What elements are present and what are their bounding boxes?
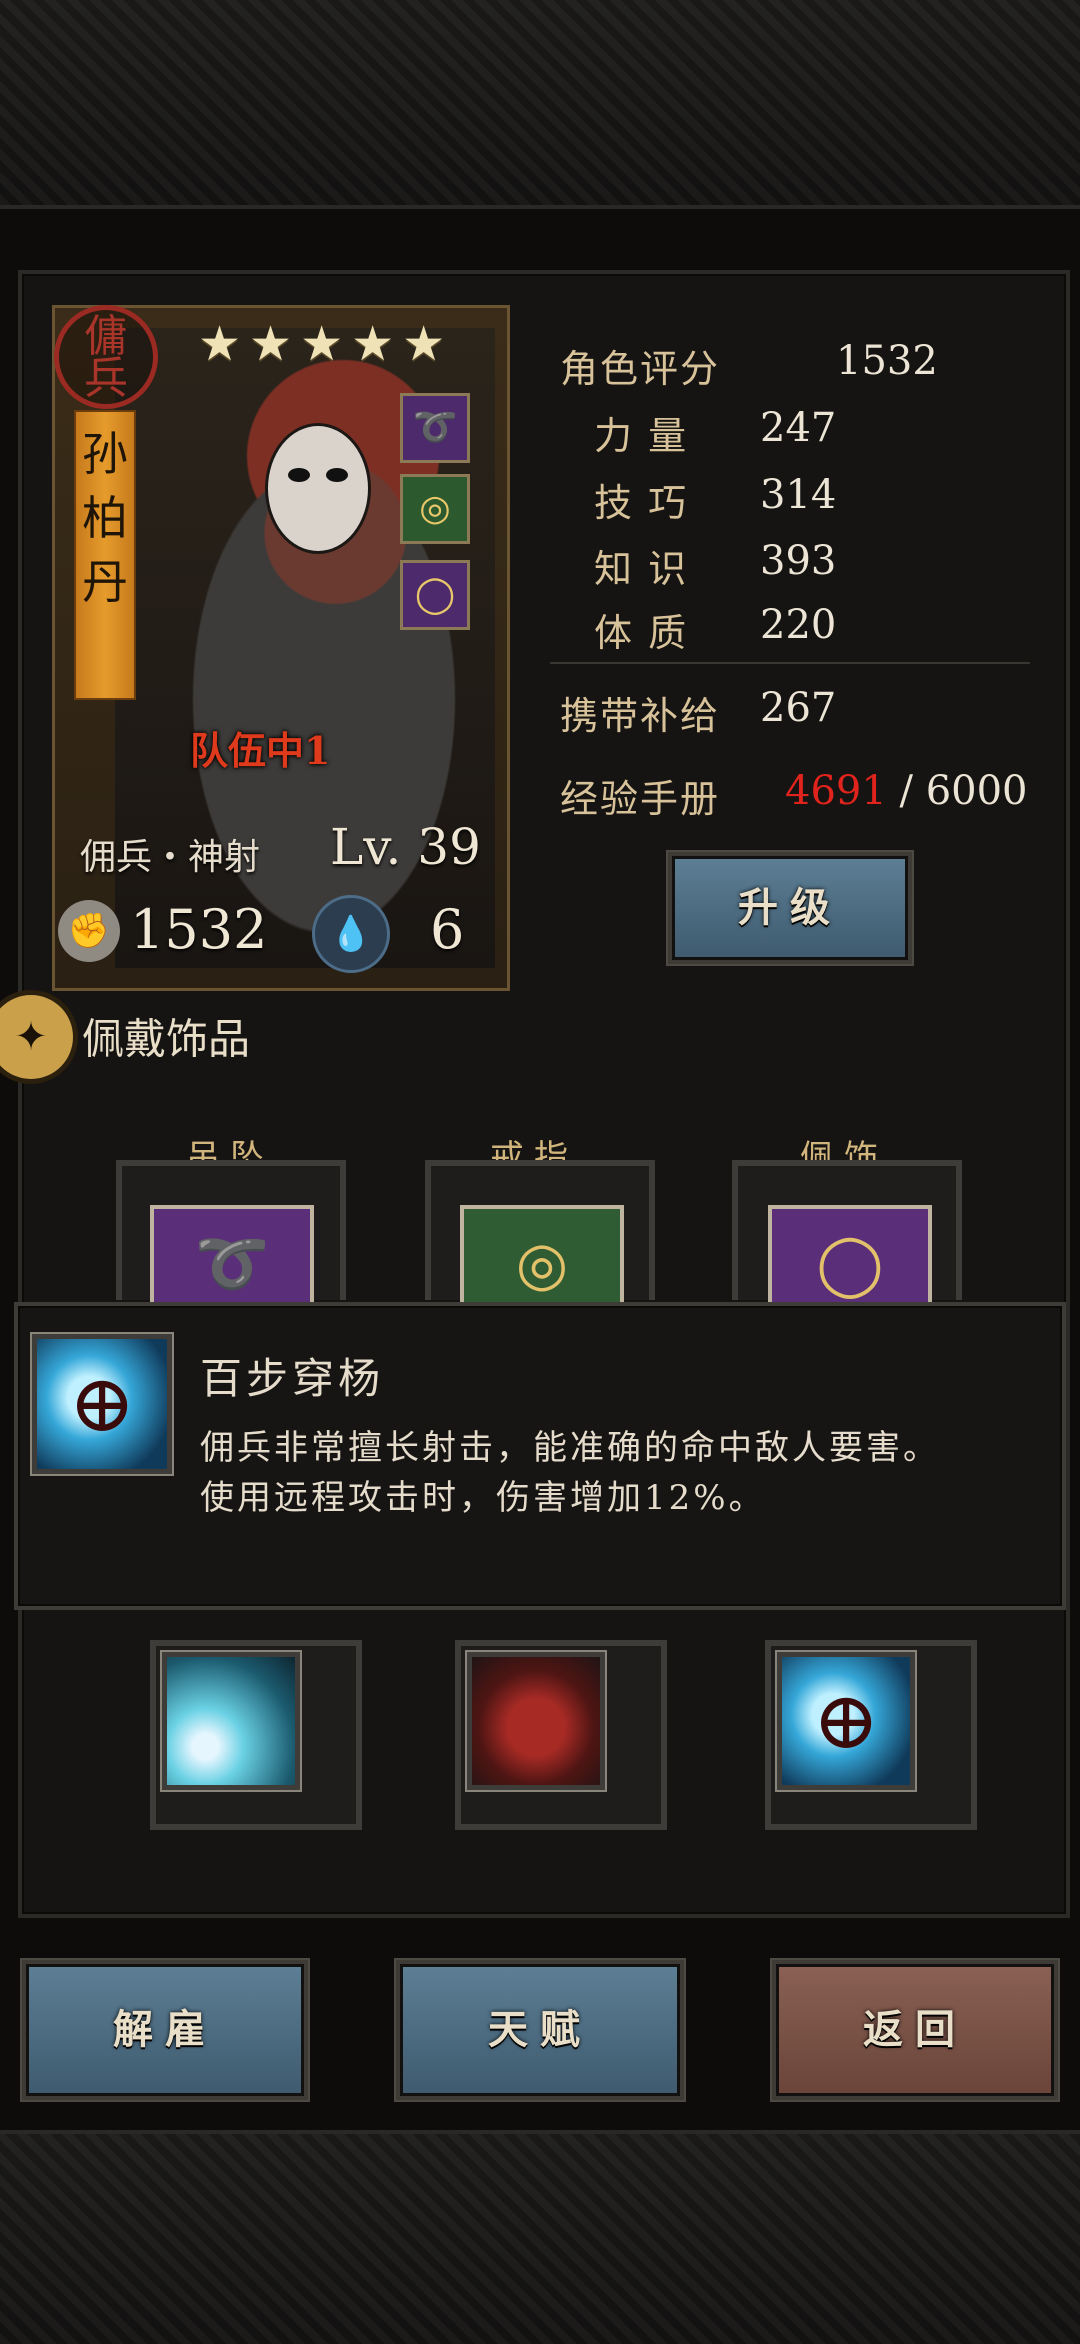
fist-icon: ✊ — [58, 900, 120, 962]
stat-rating: 角色评分 1532 — [560, 338, 938, 393]
stat-strength-value: 247 — [760, 405, 837, 451]
upgrade-button-label: 升级 — [738, 884, 842, 931]
back-button[interactable]: 返回 — [772, 1960, 1058, 2100]
hero-level-label: Lv. 39 — [330, 818, 481, 876]
star-icon: ★ — [402, 316, 446, 372]
team-slot-label: 队伍中1 — [190, 728, 331, 773]
stat-knowledge: 知 识 393 — [594, 538, 836, 593]
star-icon: ★ — [300, 316, 344, 372]
tooltip-desc-line1: 佣兵非常擅长射击，能准确的命中敌人要害。 — [200, 1428, 940, 1468]
ring-slot[interactable]: ◎ — [460, 1205, 624, 1305]
dismiss-button-label: 解雇 — [113, 2006, 217, 2053]
stat-exp-label: 经验手册 — [560, 777, 721, 821]
stat-skill-label: 技 巧 — [594, 481, 689, 525]
skill-piercing-arrow-icon[interactable] — [467, 1652, 605, 1790]
accessory-slot[interactable]: ◯ — [768, 1205, 932, 1305]
hero-class-label: 佣兵・神射 — [80, 837, 261, 878]
hero-power-value: 1532 — [130, 898, 268, 961]
trinket-section-title: 佩戴饰品 — [82, 1014, 251, 1064]
stat-exp-value: 4691 / 6000 — [785, 768, 1028, 814]
tooltip-desc-line2: 使用远程攻击时，伤害增加12%。 — [200, 1478, 766, 1518]
stat-knowledge-label: 知 识 — [594, 547, 689, 591]
crosshair-icon: ⊕ — [68, 1357, 136, 1450]
stat-constitution-label: 体 质 — [594, 611, 689, 655]
exp-max: 6000 — [925, 768, 1028, 814]
dismiss-button[interactable]: 解雇 — [22, 1960, 308, 2100]
skill-precise-shot-icon[interactable]: ⊕ — [777, 1652, 915, 1790]
talent-button-label: 天赋 — [488, 2006, 592, 2053]
crosshair-icon: ⊕ — [812, 1674, 880, 1767]
exp-current: 4691 — [785, 768, 887, 814]
stat-supply-value: 267 — [760, 685, 837, 731]
bottom-stone-border — [0, 2130, 1080, 2344]
hero-mask-face — [265, 423, 371, 554]
back-button-label: 返回 — [863, 2006, 967, 2053]
exp-separator: / — [886, 768, 926, 814]
stat-constitution: 体 质 220 — [594, 602, 836, 657]
star-icon: ★ — [249, 316, 293, 372]
stat-supply-label: 携带补给 — [560, 694, 721, 738]
stat-divider — [550, 662, 1030, 664]
top-stone-border — [0, 0, 1080, 209]
hero-name-banner: 孙柏丹 — [74, 410, 136, 700]
stat-knowledge-value: 393 — [760, 538, 837, 584]
tooltip-skill-title: 百步穿杨 — [200, 1354, 385, 1403]
stat-skill: 技 巧 314 — [594, 472, 836, 527]
equipped-pendant-mini-icon: ➰ — [400, 393, 470, 463]
equipped-accessory-mini-icon: ◯ — [400, 560, 470, 630]
star-icon: ★ — [351, 316, 395, 372]
stat-rating-label: 角色评分 — [560, 347, 721, 391]
hero-stress-value: 6 — [430, 898, 465, 961]
equipped-ring-mini-icon: ◎ — [400, 474, 470, 544]
upgrade-button[interactable]: 升级 — [668, 852, 912, 964]
talent-button[interactable]: 天赋 — [396, 1960, 684, 2100]
stat-supply: 携带补给 267 — [560, 685, 836, 740]
stat-skill-value: 314 — [760, 472, 837, 518]
stat-strength-label: 力 量 — [594, 414, 689, 458]
stat-strength: 力 量 247 — [594, 405, 836, 460]
star-rating: ★ ★ ★ ★ ★ — [198, 320, 445, 368]
mercenary-seal: 傭兵 — [54, 305, 158, 409]
pendant-slot[interactable]: ➰ — [150, 1205, 314, 1305]
skill-web-shot-icon[interactable] — [162, 1652, 300, 1790]
stat-exp: 经验手册 4691 / 6000 — [560, 768, 1028, 823]
tooltip-skill-icon: ⊕ — [32, 1334, 172, 1474]
stress-drop-icon: 💧 — [312, 895, 390, 973]
star-icon: ★ — [198, 316, 242, 372]
stat-rating-value: 1532 — [836, 338, 938, 384]
stat-constitution-value: 220 — [760, 602, 837, 648]
